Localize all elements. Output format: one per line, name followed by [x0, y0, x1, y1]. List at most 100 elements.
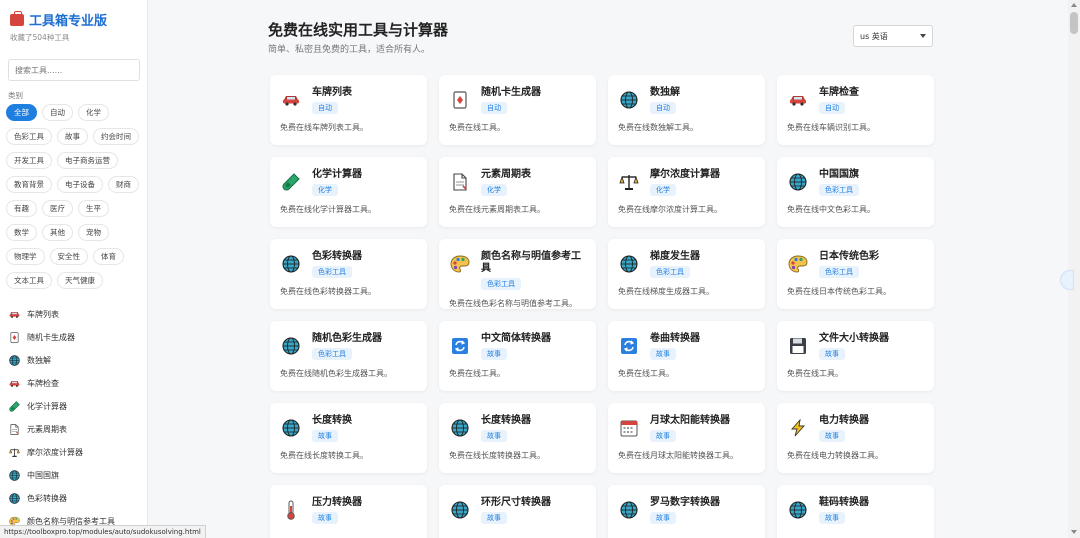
category-chip[interactable]: 化学	[78, 104, 109, 121]
category-chip[interactable]: 体育	[93, 248, 124, 265]
sidebar-tool-item[interactable]: 车牌检查	[0, 372, 147, 395]
tool-name[interactable]: 卷曲转换器	[650, 333, 700, 345]
tool-card[interactable]: 摩尔浓度计算器 化学 免费在线摩尔浓度计算工具。	[608, 157, 765, 227]
category-chip[interactable]: 开发工具	[6, 152, 52, 169]
category-chip[interactable]: 生平	[78, 200, 109, 217]
tool-name[interactable]: 月球太阳能转换器	[650, 415, 730, 427]
tool-name[interactable]: 车牌列表	[312, 87, 352, 99]
tool-card[interactable]: 日本传统色彩 色彩工具 免费在线日本传统色彩工具。	[777, 239, 934, 309]
tool-card[interactable]: 长度转换 故事 免费在线长度转换工具。	[270, 403, 427, 473]
tool-name[interactable]: 文件大小转换器	[819, 333, 889, 345]
sidebar-tool-list: 车牌列表 随机卡生成器 数独解 车牌检查 化学计算器 元素周期表摩尔浓度计算器中国国旗 色彩…	[0, 303, 147, 533]
sidebar-tool-item[interactable]: 随机卡生成器	[0, 326, 147, 349]
tool-card[interactable]: 文件大小转换器 故事 免费在线工具。	[777, 321, 934, 391]
tool-card[interactable]: 化学计算器 化学 免费在线化学计算器工具。	[270, 157, 427, 227]
sidebar-tool-item[interactable]: 化学计算器	[0, 395, 147, 418]
tool-name[interactable]: 颜色名称与明值参考工具	[481, 251, 586, 275]
page-title: 免费在线实用工具与计算器	[268, 21, 449, 39]
tool-card[interactable]: 随机色彩生成器 色彩工具 免费在线随机色彩生成器工具。	[270, 321, 427, 391]
tool-card[interactable]: 车牌检查 自动 免费在线车辆识别工具。	[777, 75, 934, 145]
tool-card[interactable]: 梯度发生器 色彩工具 免费在线梯度生成器工具。	[608, 239, 765, 309]
tool-name[interactable]: 长度转换	[312, 415, 352, 427]
tool-card[interactable]: 中国国旗 色彩工具 免费在线中文色彩工具。	[777, 157, 934, 227]
globe-icon	[280, 253, 302, 275]
tool-card[interactable]: 元素周期表 化学 免费在线元素周期表工具。	[439, 157, 596, 227]
tool-name[interactable]: 摩尔浓度计算器	[650, 169, 720, 181]
tool-card[interactable]: 电力转换器 故事 免费在线电力转换器工具。	[777, 403, 934, 473]
category-chip[interactable]: 物理学	[6, 248, 45, 265]
tool-name[interactable]: 元素周期表	[481, 169, 531, 181]
category-chip[interactable]: 文本工具	[6, 272, 52, 289]
category-chip[interactable]: 其他	[42, 224, 73, 241]
tool-name[interactable]: 压力转换器	[312, 497, 362, 509]
tool-name[interactable]: 数独解	[650, 87, 680, 99]
status-url: https://toolboxpro.top/modules/auto/sudo…	[0, 525, 206, 538]
sidebar-tool-item[interactable]: 元素周期表	[0, 418, 147, 441]
tool-name[interactable]: 长度转换器	[481, 415, 531, 427]
scroll-up-icon[interactable]	[1071, 3, 1077, 7]
tool-name[interactable]: 随机色彩生成器	[312, 333, 382, 345]
tool-name[interactable]: 梯度发生器	[650, 251, 700, 263]
tool-card[interactable]: 卷曲转换器 故事 免费在线工具。	[608, 321, 765, 391]
floating-side-button[interactable]	[1060, 270, 1074, 290]
tool-name[interactable]: 车牌检查	[819, 87, 859, 99]
tool-card[interactable]: 车牌列表 自动 免费在线车牌列表工具。	[270, 75, 427, 145]
tool-name[interactable]: 中国国旗	[819, 169, 859, 181]
scroll-thumb[interactable]	[1070, 12, 1078, 34]
tool-name[interactable]: 随机卡生成器	[481, 87, 541, 99]
language-select[interactable]: us 英语	[853, 25, 933, 47]
tool-card[interactable]: 色彩转换器 色彩工具 免费在线色彩转换器工具。	[270, 239, 427, 309]
tool-name[interactable]: 化学计算器	[312, 169, 362, 181]
page-scrollbar[interactable]	[1068, 0, 1080, 538]
brand-title[interactable]: 工具箱专业版	[29, 10, 107, 29]
category-chip[interactable]: 全部	[6, 104, 37, 121]
search-input[interactable]	[8, 59, 140, 81]
tool-card[interactable]: 鞋码转换器 故事	[777, 485, 934, 538]
tool-card[interactable]: 压力转换器 故事	[270, 485, 427, 538]
category-chip[interactable]: 电子商务运营	[57, 152, 118, 169]
sidebar-tool-item[interactable]: 中国国旗	[0, 464, 147, 487]
tool-card[interactable]: 中文简体转换器 故事 免费在线工具。	[439, 321, 596, 391]
category-chip[interactable]: 安全性	[49, 248, 88, 265]
category-chip[interactable]: 色彩工具	[6, 128, 52, 145]
category-chip[interactable]: 医疗	[42, 200, 73, 217]
category-chip[interactable]: 教育背景	[6, 176, 52, 193]
tool-name[interactable]: 罗马数字转换器	[650, 497, 720, 509]
category-chip[interactable]: 财商	[108, 176, 139, 193]
scroll-down-icon[interactable]	[1071, 530, 1077, 534]
sidebar-tool-label: 摩尔浓度计算器	[27, 448, 83, 457]
tool-card[interactable]: 月球太阳能转换器 故事 免费在线月球太阳能转换器工具。	[608, 403, 765, 473]
tool-card[interactable]: 环形尺寸转换器 故事	[439, 485, 596, 538]
sidebar-tool-item[interactable]: 色彩转换器	[0, 487, 147, 510]
tool-description: 免费在线工具。	[618, 369, 674, 378]
tool-card[interactable]: 数独解 自动 免费在线数独解工具。	[608, 75, 765, 145]
category-chip[interactable]: 电子设备	[57, 176, 103, 193]
tool-card[interactable]: 颜色名称与明值参考工具 色彩工具 免费在线色彩名称与明值参考工具。	[439, 239, 596, 309]
tool-name[interactable]: 电力转换器	[819, 415, 869, 427]
brand-subtitle: 收藏了504种工具	[10, 33, 70, 42]
category-chip[interactable]: 自动	[42, 104, 73, 121]
tool-card[interactable]: 罗马数字转换器 故事	[608, 485, 765, 538]
tool-description: 免费在线日本传统色彩工具。	[787, 287, 891, 296]
tool-description: 免费在线梯度生成器工具。	[618, 287, 714, 296]
tool-name[interactable]: 色彩转换器	[312, 251, 362, 263]
sidebar-tool-item[interactable]: 摩尔浓度计算器	[0, 441, 147, 464]
tool-name[interactable]: 中文简体转换器	[481, 333, 551, 345]
tool-card[interactable]: 长度转换器 故事 免费在线长度转换器工具。	[439, 403, 596, 473]
category-chip[interactable]: 有趣	[6, 200, 37, 217]
tool-card[interactable]: 随机卡生成器 自动 免费在线工具。	[439, 75, 596, 145]
tool-name[interactable]: 鞋码转换器	[819, 497, 869, 509]
category-chip[interactable]: 故事	[57, 128, 88, 145]
tool-name[interactable]: 日本传统色彩	[819, 251, 879, 263]
sidebar-tool-item[interactable]: 数独解	[0, 349, 147, 372]
main-content: 免费在线实用工具与计算器 简单、私密且免费的工具，适合所有人。 us 英语 车牌…	[148, 0, 1068, 538]
brand[interactable]: 工具箱专业版	[0, 0, 147, 29]
category-chip[interactable]: 天气健康	[57, 272, 103, 289]
chevron-down-icon	[920, 34, 926, 38]
category-chip[interactable]: 宠物	[78, 224, 109, 241]
convert-icon	[449, 335, 471, 357]
category-chip[interactable]: 数学	[6, 224, 37, 241]
sidebar-tool-item[interactable]: 车牌列表	[0, 303, 147, 326]
category-chip[interactable]: 约会时间	[93, 128, 139, 145]
tool-name[interactable]: 环形尺寸转换器	[481, 497, 551, 509]
